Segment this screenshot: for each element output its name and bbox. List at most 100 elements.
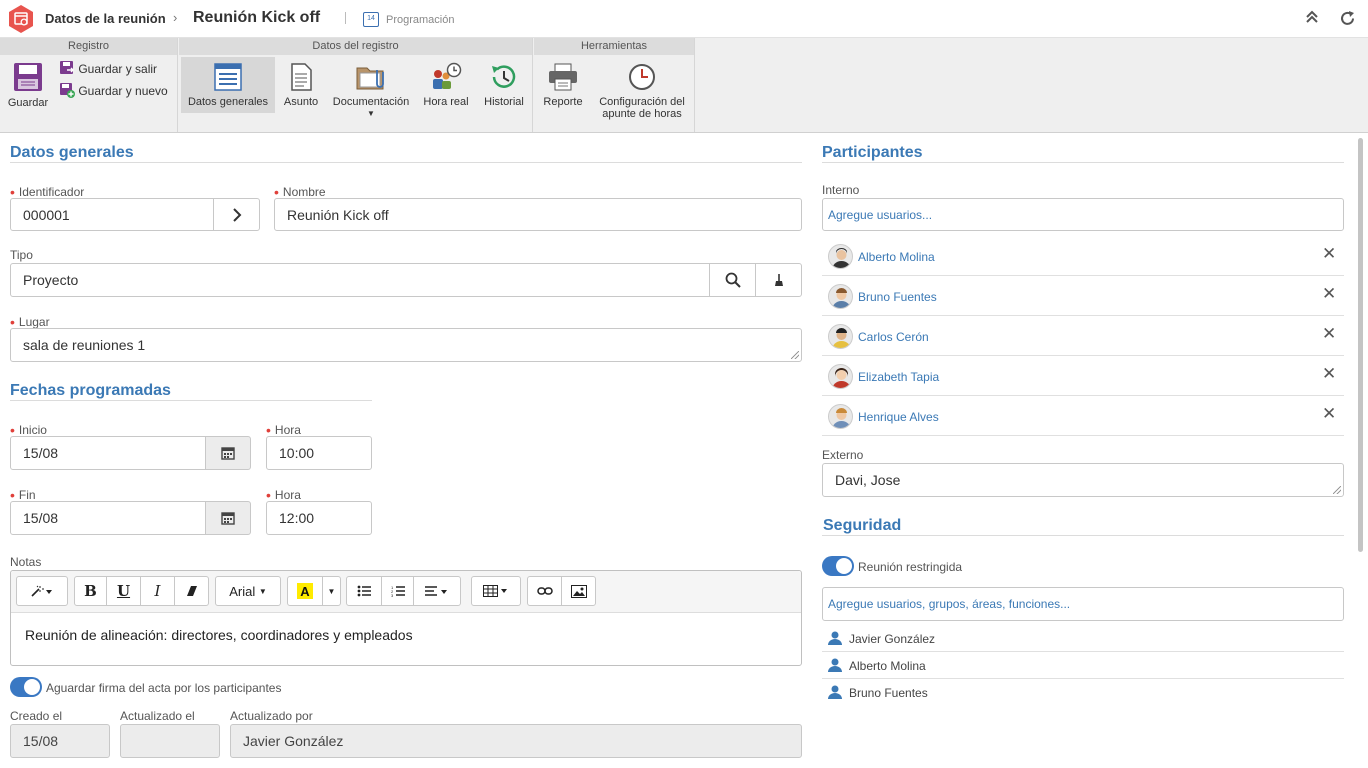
tipo-clear-button[interactable]: [755, 263, 802, 297]
table-button[interactable]: [471, 576, 521, 606]
remove-participant-icon[interactable]: ✕: [1322, 284, 1336, 304]
actualizado-por-value: Javier González: [243, 733, 344, 749]
text-color-button[interactable]: A: [287, 576, 323, 606]
link-icon: [536, 587, 553, 595]
magic-style-button[interactable]: [16, 576, 68, 606]
image-icon: [570, 584, 587, 598]
asunto-label: Asunto: [283, 96, 319, 108]
save-and-new-label: Guardar y nuevo: [78, 84, 168, 98]
remove-participant-icon[interactable]: ✕: [1322, 244, 1336, 264]
vertical-scrollbar[interactable]: [1358, 138, 1363, 552]
tipo-search-button[interactable]: [709, 263, 756, 297]
module-label: Programación: [386, 14, 455, 26]
participant-name[interactable]: Bruno Fuentes: [858, 290, 937, 304]
lugar-label: • Lugar: [10, 313, 50, 330]
resize-handle[interactable]: [791, 351, 799, 359]
fin-label: • Fin: [10, 486, 36, 503]
save-and-exit-button[interactable]: Guardar y salir: [59, 60, 157, 76]
firma-toggle-label: Aguardar firma del acta por los particip…: [46, 681, 282, 695]
externo-textarea[interactable]: Davi, Jose: [822, 463, 1344, 497]
table-icon: [483, 585, 507, 597]
creado-label: Creado el: [10, 709, 63, 723]
resize-handle[interactable]: [1333, 486, 1341, 494]
hora-inicio-input[interactable]: 10:00: [266, 436, 372, 470]
italic-button[interactable]: I: [140, 576, 175, 606]
save-button[interactable]: Guardar: [4, 57, 52, 129]
caret-down-icon: ▼: [258, 586, 267, 596]
page-title: Reunión Kick off: [193, 9, 321, 26]
history-icon: [492, 65, 516, 88]
link-button[interactable]: [527, 576, 562, 606]
identificador-input[interactable]: 000001: [10, 198, 215, 231]
image-button[interactable]: [561, 576, 596, 606]
config-horas-label-1: Configuración del: [599, 96, 685, 108]
save-exit-icon: [60, 61, 74, 74]
datos-generales-button[interactable]: Datos generales: [181, 57, 275, 113]
section-divider: [10, 162, 802, 163]
reporte-button[interactable]: Reporte: [538, 57, 588, 108]
inicio-date-input[interactable]: 15/08: [10, 436, 207, 470]
numbered-list-button[interactable]: 123: [381, 576, 414, 606]
clear-format-button[interactable]: [174, 576, 209, 606]
participant-name[interactable]: Elizabeth Tapia: [858, 370, 939, 384]
search-icon: [725, 272, 741, 288]
nombre-input[interactable]: Reunión Kick off: [274, 198, 802, 231]
underline-button[interactable]: U: [106, 576, 141, 606]
historial-button[interactable]: Historial: [477, 57, 531, 108]
documentacion-button[interactable]: Documentación ▼: [327, 57, 415, 118]
title-bar: Datos de la reunión › Reunión Kick off 1…: [0, 0, 1368, 38]
identificador-next-button[interactable]: [213, 198, 260, 231]
save-and-exit-label: Guardar y salir: [78, 62, 158, 76]
font-select[interactable]: Arial ▼: [215, 576, 281, 606]
security-access-input[interactable]: Agregue usuarios, grupos, áreas, funcion…: [822, 587, 1344, 621]
config-horas-button[interactable]: Configuración del apunte de horas: [592, 57, 692, 120]
broom-icon: [774, 274, 783, 286]
bold-button[interactable]: B: [74, 576, 107, 606]
interno-users-input[interactable]: Agregue usuarios...: [822, 198, 1344, 231]
actualizado-field: [120, 724, 220, 758]
avatar: [828, 364, 853, 389]
security-user-name: Javier González: [849, 632, 936, 646]
section-divider: [10, 400, 372, 401]
nombre-label-text: Nombre: [282, 185, 326, 199]
participant-name[interactable]: Carlos Cerón: [858, 330, 929, 344]
hora-real-button[interactable]: Hora real: [417, 57, 475, 108]
security-user-row: Javier González: [822, 625, 1344, 652]
participant-name[interactable]: Alberto Molina: [858, 250, 935, 264]
avatar: [828, 324, 853, 349]
notas-content[interactable]: Reunión de alineación: directores, coord…: [25, 627, 413, 643]
security-placeholder: Agregue usuarios, grupos, áreas, funcion…: [828, 597, 1071, 611]
hora-inicio-value: 10:00: [279, 445, 315, 461]
inicio-value: 15/08: [23, 445, 59, 461]
fin-calendar-button[interactable]: [205, 501, 251, 535]
remove-participant-icon[interactable]: ✕: [1322, 404, 1336, 424]
inicio-calendar-button[interactable]: [205, 436, 251, 470]
collapse-icon[interactable]: [1305, 10, 1319, 29]
firma-toggle[interactable]: [10, 677, 42, 697]
color-dropdown-button[interactable]: ▼: [322, 576, 341, 606]
remove-participant-icon[interactable]: ✕: [1322, 324, 1336, 344]
save-and-new-button[interactable]: Guardar y nuevo: [59, 82, 168, 98]
save-new-icon: [60, 83, 75, 98]
section-title-datos-generales: Datos generales: [10, 144, 134, 161]
restricted-meeting-toggle[interactable]: [822, 556, 854, 576]
asunto-button[interactable]: Asunto: [277, 57, 325, 108]
save-label: Guardar: [7, 97, 49, 109]
remove-participant-icon[interactable]: ✕: [1322, 364, 1336, 384]
align-button[interactable]: [413, 576, 461, 606]
bullet-list-button[interactable]: [346, 576, 382, 606]
tipo-input[interactable]: Proyecto: [10, 263, 712, 297]
identificador-label-text: Identificador: [18, 185, 85, 199]
datos-generales-label: Datos generales: [187, 96, 269, 108]
fin-label-text: Fin: [18, 488, 36, 502]
participant-name[interactable]: Henrique Alves: [858, 410, 939, 424]
calendar-icon: 14: [363, 12, 379, 27]
fin-date-input[interactable]: 15/08: [10, 501, 207, 535]
lugar-textarea[interactable]: sala de reuniones 1: [10, 328, 802, 362]
user-icon: [828, 685, 842, 699]
breadcrumb-parent[interactable]: Datos de la reunión: [45, 11, 166, 26]
hora-fin-input[interactable]: 12:00: [266, 501, 372, 535]
app-icon: [7, 4, 35, 34]
refresh-icon[interactable]: [1339, 10, 1356, 32]
creado-value: 15/08: [23, 733, 59, 749]
